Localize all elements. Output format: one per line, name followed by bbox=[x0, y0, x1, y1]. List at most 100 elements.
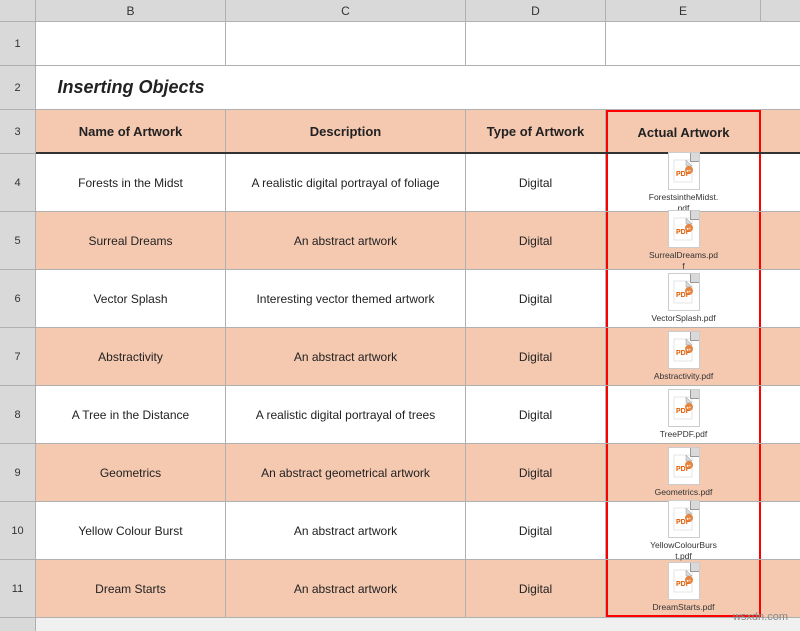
artwork-type: Digital bbox=[466, 270, 606, 327]
row-num-1: 1 bbox=[0, 22, 35, 66]
title-cell: Inserting Objects bbox=[36, 66, 226, 109]
artwork-type: Digital bbox=[466, 386, 606, 443]
pdf-svg-icon: PDF ↩ bbox=[673, 569, 695, 593]
pdf-icon-container: PDF ↩ YellowColourBurst.pdf bbox=[649, 500, 719, 560]
artwork-name: Abstractivity bbox=[36, 328, 226, 385]
row-num-9: 9 bbox=[0, 444, 35, 502]
pdf-filename: TreePDF.pdf bbox=[660, 429, 707, 439]
watermark: wsxdn.com bbox=[733, 611, 788, 623]
pdf-icon: PDF ↩ bbox=[668, 273, 700, 311]
artwork-description: An abstract artwork bbox=[226, 560, 466, 617]
pdf-icon-container: PDF ↩ SurrealDreams.pdf bbox=[649, 210, 719, 270]
pdf-svg-icon: PDF ↩ bbox=[673, 338, 695, 362]
spreadsheet: B C D E 1 2 3 4 5 6 7 8 9 10 11 bbox=[0, 0, 800, 631]
col-header-row: B C D E bbox=[0, 0, 800, 22]
header-description: Description bbox=[226, 110, 466, 152]
artwork-name: Forests in the Midst bbox=[36, 154, 226, 211]
artwork-name: Geometrics bbox=[36, 444, 226, 501]
col-c-header: C bbox=[226, 0, 466, 21]
row1-c bbox=[226, 22, 466, 65]
artwork-type: Digital bbox=[466, 560, 606, 617]
pdf-svg-icon: PDF ↩ bbox=[673, 280, 695, 304]
header-row: Name of Artwork Description Type of Artw… bbox=[36, 110, 800, 154]
artwork-name: A Tree in the Distance bbox=[36, 386, 226, 443]
header-name: Name of Artwork bbox=[36, 110, 226, 152]
artwork-file[interactable]: PDF ↩ SurrealDreams.pdf bbox=[606, 212, 761, 269]
pdf-icon: PDF ↩ bbox=[668, 389, 700, 427]
artwork-file[interactable]: PDF ↩ Geometrics.pdf bbox=[606, 444, 761, 501]
col-b-header: B bbox=[36, 0, 226, 21]
artwork-file[interactable]: PDF ↩ ForestsintheMidst.pdf bbox=[606, 154, 761, 211]
pdf-icon-container: PDF ↩ Abstractivity.pdf bbox=[649, 331, 719, 381]
row-numbers: 1 2 3 4 5 6 7 8 9 10 11 bbox=[0, 22, 36, 631]
artwork-type: Digital bbox=[466, 212, 606, 269]
pdf-icon: PDF ↩ bbox=[668, 562, 700, 600]
corner-cell bbox=[0, 0, 36, 21]
artwork-file[interactable]: PDF ↩ TreePDF.pdf bbox=[606, 386, 761, 443]
row-num-6: 6 bbox=[0, 270, 35, 328]
row1-e bbox=[606, 22, 761, 65]
header-type: Type of Artwork bbox=[466, 110, 606, 152]
artwork-name: Surreal Dreams bbox=[36, 212, 226, 269]
row2-e bbox=[606, 66, 761, 109]
pdf-filename: Abstractivity.pdf bbox=[654, 371, 713, 381]
artwork-type: Digital bbox=[466, 444, 606, 501]
pdf-filename: YellowColourBurst.pdf bbox=[649, 540, 719, 560]
artwork-description: A realistic digital portrayal of trees bbox=[226, 386, 466, 443]
artwork-description: An abstract artwork bbox=[226, 328, 466, 385]
artwork-file[interactable]: PDF ↩ DreamStarts.pdf bbox=[606, 560, 761, 617]
row-num-8: 8 bbox=[0, 386, 35, 444]
table-row: GeometricsAn abstract geometrical artwor… bbox=[36, 444, 800, 502]
row-num-5: 5 bbox=[0, 212, 35, 270]
pdf-icon-container: PDF ↩ VectorSplash.pdf bbox=[649, 273, 719, 323]
row-2: Inserting Objects bbox=[36, 66, 800, 110]
pdf-icon: PDF ↩ bbox=[668, 331, 700, 369]
pdf-icon: PDF ↩ bbox=[668, 500, 700, 538]
table-content: Inserting Objects Name of Artwork Descri… bbox=[36, 22, 800, 631]
artwork-file[interactable]: PDF ↩ YellowColourBurst.pdf bbox=[606, 502, 761, 559]
pdf-filename: DreamStarts.pdf bbox=[653, 602, 715, 612]
pdf-filename: VectorSplash.pdf bbox=[651, 313, 715, 323]
pdf-svg-icon: PDF ↩ bbox=[673, 396, 695, 420]
artwork-type: Digital bbox=[466, 154, 606, 211]
pdf-icon-container: PDF ↩ ForestsintheMidst.pdf bbox=[649, 152, 719, 212]
artwork-description: An abstract geometrical artwork bbox=[226, 444, 466, 501]
pdf-icon: PDF ↩ bbox=[668, 447, 700, 485]
artwork-description: Interesting vector themed artwork bbox=[226, 270, 466, 327]
pdf-icon-container: PDF ↩ TreePDF.pdf bbox=[649, 389, 719, 439]
col-e-header: E bbox=[606, 0, 761, 21]
row1-d bbox=[466, 22, 606, 65]
table-row: A Tree in the DistanceA realistic digita… bbox=[36, 386, 800, 444]
pdf-filename: Geometrics.pdf bbox=[655, 487, 713, 497]
table-row: AbstractivityAn abstract artworkDigital … bbox=[36, 328, 800, 386]
artwork-name: Dream Starts bbox=[36, 560, 226, 617]
row-num-7: 7 bbox=[0, 328, 35, 386]
row-1 bbox=[36, 22, 800, 66]
pdf-svg-icon: PDF ↩ bbox=[673, 217, 695, 241]
pdf-icon: PDF ↩ bbox=[668, 152, 700, 190]
row-num-10: 10 bbox=[0, 502, 35, 560]
data-rows: Forests in the Midst A realistic digital … bbox=[36, 154, 800, 618]
artwork-type: Digital bbox=[466, 328, 606, 385]
artwork-file[interactable]: PDF ↩ VectorSplash.pdf bbox=[606, 270, 761, 327]
artwork-description: An abstract artwork bbox=[226, 502, 466, 559]
table-row: Surreal DreamsAn abstract artworkDigital… bbox=[36, 212, 800, 270]
artwork-description: An abstract artwork bbox=[226, 212, 466, 269]
table-area: 1 2 3 4 5 6 7 8 9 10 11 Insertin bbox=[0, 22, 800, 631]
pdf-icon-container: PDF ↩ Geometrics.pdf bbox=[649, 447, 719, 497]
artwork-type: Digital bbox=[466, 502, 606, 559]
pdf-filename: SurrealDreams.pdf bbox=[649, 250, 719, 270]
row-num-2: 2 bbox=[0, 66, 35, 110]
artwork-file[interactable]: PDF ↩ Abstractivity.pdf bbox=[606, 328, 761, 385]
header-artwork: Actual Artwork bbox=[606, 110, 761, 152]
pdf-svg-icon: PDF ↩ bbox=[673, 159, 695, 183]
table-row: Yellow Colour BurstAn abstract artworkDi… bbox=[36, 502, 800, 560]
artwork-name: Vector Splash bbox=[36, 270, 226, 327]
row1-b bbox=[36, 22, 226, 65]
pdf-icon-container: PDF ↩ DreamStarts.pdf bbox=[649, 562, 719, 612]
pdf-icon: PDF ↩ bbox=[668, 210, 700, 248]
row-num-4: 4 bbox=[0, 154, 35, 212]
pdf-svg-icon: PDF ↩ bbox=[673, 454, 695, 478]
artwork-name: Yellow Colour Burst bbox=[36, 502, 226, 559]
row-num-11: 11 bbox=[0, 560, 35, 618]
